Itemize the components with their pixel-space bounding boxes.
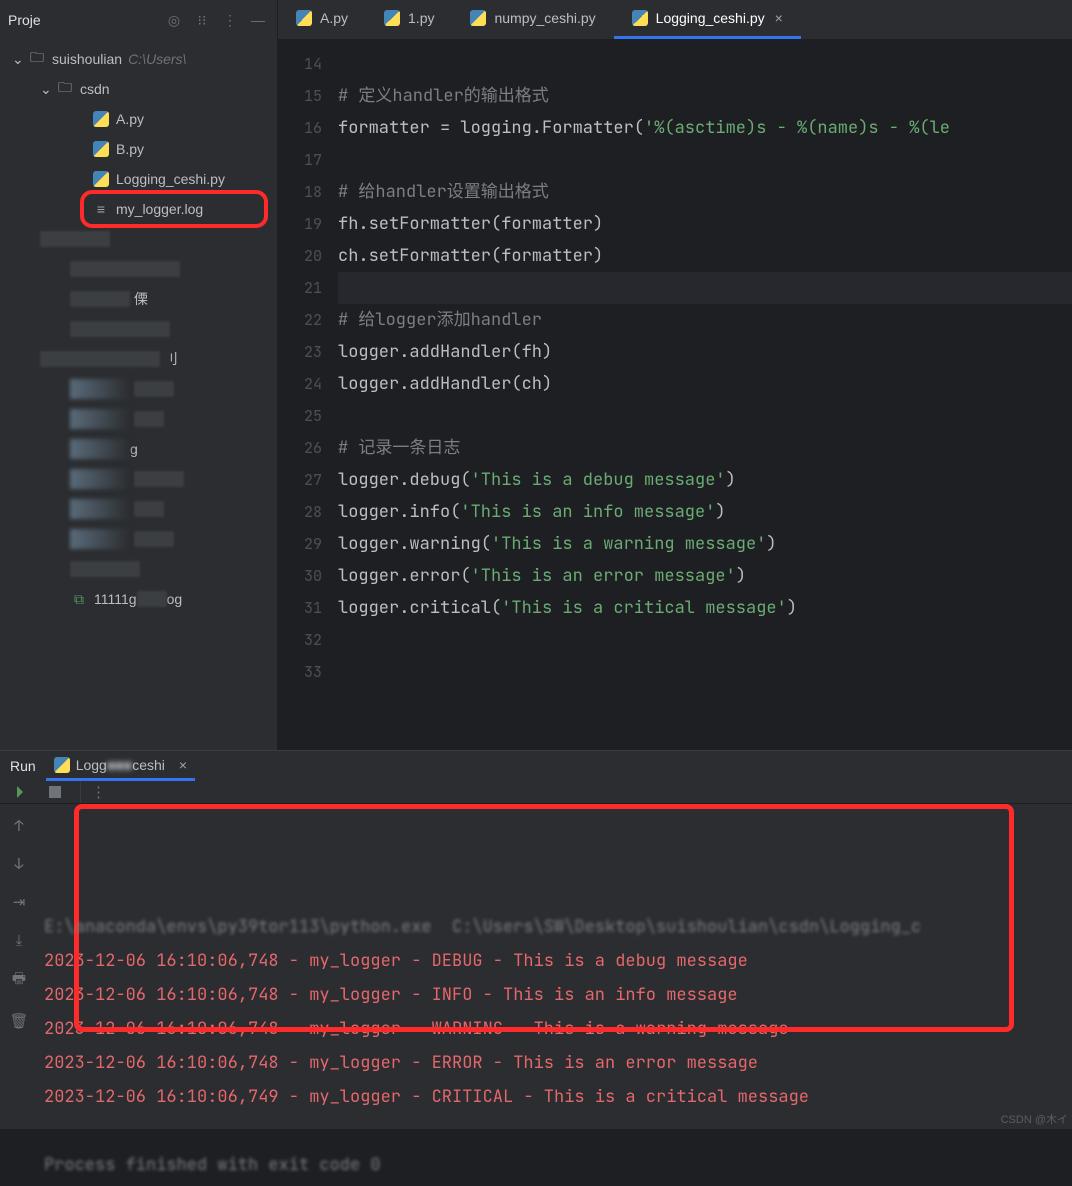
code-content[interactable]: # 定义handler的输出格式formatter = logging.Form… bbox=[338, 40, 1072, 750]
python-file-icon bbox=[470, 10, 486, 26]
rerun-icon[interactable] bbox=[8, 781, 30, 803]
file-name: Logging_ceshi.py bbox=[116, 171, 225, 187]
close-icon[interactable]: × bbox=[775, 10, 783, 26]
tab-a-py[interactable]: A.py bbox=[278, 0, 366, 39]
tab-numpy-ceshi[interactable]: numpy_ceshi.py bbox=[452, 0, 613, 39]
project-pane: Proje ◎ ⁝⁝ ⋮ — ⌄ 🗀 suishoulian C:\Users\… bbox=[0, 0, 278, 750]
run-toolbar: ⋮ bbox=[0, 781, 1072, 804]
close-icon[interactable]: × bbox=[179, 757, 187, 773]
python-file-icon bbox=[54, 757, 70, 773]
python-file-icon bbox=[92, 110, 110, 128]
tab-logging-ceshi[interactable]: Logging_ceshi.py× bbox=[614, 0, 801, 39]
editor-tabs: A.py 1.py numpy_ceshi.py Logging_ceshi.p… bbox=[278, 0, 1072, 40]
chevron-down-icon: ⌄ bbox=[40, 81, 54, 98]
tree-item-obscured[interactable] bbox=[0, 464, 277, 494]
locate-icon[interactable]: ◎ bbox=[163, 9, 185, 31]
tab-1-py[interactable]: 1.py bbox=[366, 0, 452, 39]
python-file-icon bbox=[296, 10, 312, 26]
run-panel: Run Logg■■■ceshi × ⋮ ↑ ↓ ⇥ ⤓ 🖶 🗑 E:\anac… bbox=[0, 750, 1072, 1129]
tree-item-obscured[interactable] bbox=[0, 254, 277, 284]
tree-item-obscured[interactable] bbox=[0, 404, 277, 434]
tree-file-a[interactable]: A.py bbox=[0, 104, 277, 134]
python-file-icon bbox=[632, 10, 648, 26]
trash-icon[interactable]: 🗑 bbox=[9, 1011, 28, 1031]
hide-icon[interactable]: — bbox=[247, 9, 269, 31]
python-file-icon bbox=[92, 140, 110, 158]
tree-file-obscured-log[interactable]: ⧉ 11111gog bbox=[0, 584, 277, 614]
project-header: Proje ◎ ⁝⁝ ⋮ — bbox=[0, 0, 277, 40]
line-gutter: 1415161718192021222324252627282930313233 bbox=[278, 40, 338, 750]
code-area[interactable]: 1415161718192021222324252627282930313233… bbox=[278, 40, 1072, 750]
root-name: suishoulian bbox=[52, 51, 122, 67]
tree-item-obscured[interactable] bbox=[0, 494, 277, 524]
python-file-icon bbox=[384, 10, 400, 26]
tree-file-b[interactable]: B.py bbox=[0, 134, 277, 164]
tree-item-obscured[interactable] bbox=[0, 554, 277, 584]
tree-item-obscured[interactable]: 傈 bbox=[0, 284, 277, 314]
soft-wrap-icon[interactable]: ⇥ bbox=[13, 892, 26, 912]
options-icon[interactable]: ⁝⁝ bbox=[191, 9, 213, 31]
more-icon[interactable]: ⋮ bbox=[219, 9, 241, 31]
root-path: C:\Users\ bbox=[128, 51, 186, 67]
print-icon[interactable]: 🖶 bbox=[12, 968, 26, 993]
run-tab-logging[interactable]: Logg■■■ceshi × bbox=[46, 751, 195, 781]
file-name: B.py bbox=[116, 141, 144, 157]
watermark: CSDN @木イ bbox=[1001, 1111, 1068, 1127]
more-actions-icon[interactable]: ⋮ bbox=[80, 781, 102, 803]
editor-pane: A.py 1.py numpy_ceshi.py Logging_ceshi.p… bbox=[278, 0, 1072, 750]
tree-item-obscured[interactable] bbox=[0, 524, 277, 554]
text-file-icon: ≡ bbox=[92, 200, 110, 218]
tree-folder-csdn[interactable]: ⌄ 🗀 csdn bbox=[0, 74, 277, 104]
tree-item-obscured[interactable]: 刂 bbox=[0, 344, 277, 374]
tree-root[interactable]: ⌄ 🗀 suishoulian C:\Users\ bbox=[0, 44, 277, 74]
tree-file-mylogger[interactable]: ≡ my_logger.log bbox=[84, 194, 264, 224]
stop-icon[interactable] bbox=[44, 781, 66, 803]
file-icon: ⧉ bbox=[70, 590, 88, 608]
folder-icon: 🗀 bbox=[28, 50, 46, 68]
tree-file-logging[interactable]: Logging_ceshi.py bbox=[0, 164, 277, 194]
python-file-icon bbox=[92, 170, 110, 188]
tree-item-obscured[interactable] bbox=[0, 374, 277, 404]
tree-item-obscured[interactable]: g bbox=[0, 434, 277, 464]
file-name: A.py bbox=[116, 111, 144, 127]
folder-icon: 🗀 bbox=[56, 80, 74, 98]
run-panel-title: Run bbox=[10, 758, 36, 774]
project-panel-title: Proje bbox=[8, 12, 41, 28]
tree-item-obscured[interactable] bbox=[0, 314, 277, 344]
down-icon[interactable]: ↓ bbox=[14, 854, 23, 874]
run-tabs: Run Logg■■■ceshi × bbox=[0, 751, 1072, 781]
scroll-end-icon[interactable]: ⤓ bbox=[16, 930, 23, 950]
up-icon[interactable]: ↑ bbox=[14, 816, 23, 836]
chevron-down-icon: ⌄ bbox=[12, 51, 26, 68]
file-name: my_logger.log bbox=[116, 201, 203, 217]
project-tree: ⌄ 🗀 suishoulian C:\Users\ ⌄ 🗀 csdn A.py … bbox=[0, 40, 277, 618]
tree-item-obscured[interactable] bbox=[0, 224, 277, 254]
folder-name: csdn bbox=[80, 81, 110, 97]
